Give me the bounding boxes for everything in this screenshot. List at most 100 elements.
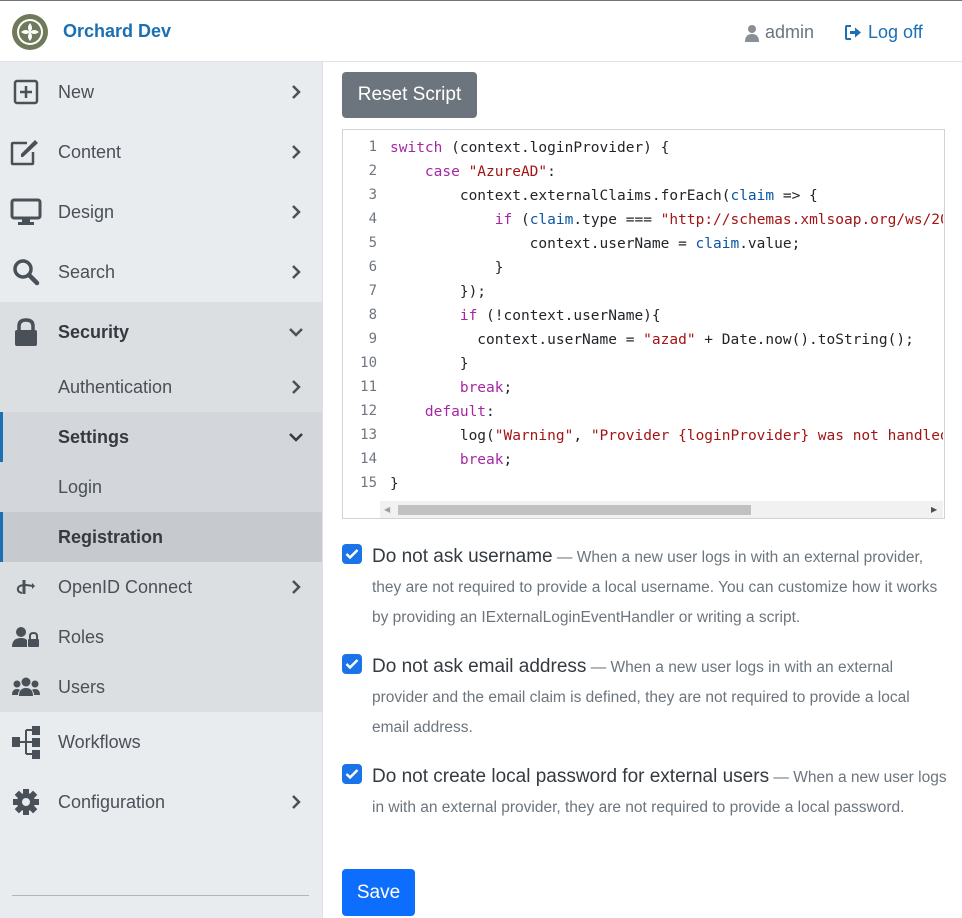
- chevron-right-icon: [287, 143, 305, 161]
- code-line: context.userName = "azad" + Date.now().t…: [390, 332, 914, 348]
- sidebar: New Content Design Search Security Authe…: [0, 62, 323, 918]
- script-editor[interactable]: 1 2 3 4 5 6 7 8 9 10 11 12 13 14 15 swit…: [342, 129, 945, 519]
- chevron-down-icon: [287, 428, 305, 446]
- sidebar-divider: [12, 895, 309, 896]
- line-number: 3: [368, 187, 377, 203]
- sidebar-item-label: Roles: [58, 626, 105, 647]
- logoff-label: Log off: [868, 22, 923, 42]
- checkbox-do-not-ask-email[interactable]: [342, 654, 362, 674]
- main-content: Reset Script 1 2 3 4 5 6 7 8 9 10 11 12 …: [323, 62, 962, 918]
- sidebar-item-label: Design: [58, 201, 115, 222]
- code-line: }: [390, 476, 399, 492]
- chevron-right-icon: [287, 203, 305, 221]
- line-number: 2: [368, 163, 377, 179]
- user-icon: [745, 24, 759, 42]
- line-number: 14: [360, 451, 377, 467]
- plus-square-icon: [10, 76, 42, 108]
- logoff-link[interactable]: Log off: [845, 22, 923, 43]
- checkbox-no-local-password[interactable]: [342, 764, 362, 784]
- line-number: 8: [368, 307, 377, 323]
- scroll-left-arrow-icon[interactable]: ◀: [384, 505, 390, 514]
- checkbox-do-not-ask-username[interactable]: [342, 544, 362, 564]
- line-number: 13: [360, 427, 377, 443]
- sidebar-item-label: OpenID Connect: [58, 576, 193, 597]
- option-do-not-ask-username: Do not ask username — When a new user lo…: [342, 542, 942, 632]
- sidebar-item-authentication[interactable]: Authentication: [0, 362, 322, 412]
- code-line: case "AzureAD":: [424, 164, 556, 180]
- sidebar-item-content[interactable]: Content: [0, 122, 322, 182]
- sidebar-item-label: Content: [58, 141, 122, 162]
- sidebar-item-users[interactable]: Users: [0, 662, 322, 712]
- code-line: break;: [459, 452, 513, 468]
- option-text: Do not create local password for externa…: [372, 762, 947, 823]
- sign-out-icon: [845, 25, 861, 40]
- sidebar-item-design[interactable]: Design: [0, 182, 322, 242]
- chevron-right-icon: [287, 83, 305, 101]
- sidebar-item-label: Workflows: [58, 731, 141, 752]
- option-text: Do not ask username — When a new user lo…: [372, 542, 947, 633]
- line-number: 15: [360, 475, 377, 491]
- option-do-not-ask-email: Do not ask email address — When a new us…: [342, 652, 942, 742]
- option-title[interactable]: Do not ask email address: [372, 656, 586, 677]
- scroll-right-arrow-icon[interactable]: ▶: [931, 505, 937, 514]
- code-line: context.externalClaims.forEach(claim => …: [390, 188, 818, 204]
- sidebar-item-settings[interactable]: Settings: [0, 412, 322, 462]
- code-area[interactable]: switch (context.loginProvider) { case "A…: [390, 136, 943, 500]
- code-line: if (!context.userName){: [459, 308, 661, 324]
- code-line: if (claim.type === "http://schemas.xmlso…: [494, 212, 943, 228]
- sidebar-item-label: Configuration: [58, 791, 166, 812]
- orchard-logo-icon[interactable]: [12, 14, 48, 50]
- sidebar-item-workflows[interactable]: Workflows: [0, 712, 322, 772]
- user-lock-icon: [12, 623, 40, 651]
- code-line: }: [390, 260, 504, 276]
- code-line: default:: [424, 404, 495, 420]
- scrollbar-thumb[interactable]: [398, 505, 751, 515]
- line-number: 5: [368, 235, 377, 251]
- horizontal-scrollbar[interactable]: ◀ ▶: [380, 501, 943, 518]
- sidebar-item-login[interactable]: Login: [0, 462, 322, 512]
- edit-icon: [10, 136, 42, 168]
- option-text: Do not ask email address — When a new us…: [372, 652, 947, 743]
- sidebar-item-registration[interactable]: Registration: [0, 512, 322, 562]
- line-number: 9: [368, 331, 377, 347]
- code-line: });: [390, 284, 487, 300]
- sidebar-item-search[interactable]: Search: [0, 242, 322, 302]
- line-number: 4: [368, 211, 377, 227]
- line-number-gutter: 1 2 3 4 5 6 7 8 9 10 11 12 13 14 15: [343, 130, 383, 500]
- save-button[interactable]: Save: [342, 869, 415, 916]
- sidebar-item-openid-connect[interactable]: OpenID Connect: [0, 562, 322, 612]
- search-icon: [10, 256, 42, 288]
- line-number: 7: [368, 283, 377, 299]
- option-no-local-password: Do not create local password for externa…: [342, 762, 947, 852]
- sidebar-item-label: Search: [58, 261, 116, 282]
- line-number: 12: [360, 403, 377, 419]
- option-title[interactable]: Do not ask username: [372, 546, 553, 567]
- sidebar-item-roles[interactable]: Roles: [0, 612, 322, 662]
- line-number: 6: [368, 259, 377, 275]
- sidebar-item-label: Login: [58, 476, 103, 497]
- users-icon: [12, 673, 40, 701]
- user-menu[interactable]: admin: [745, 22, 814, 43]
- code-line: switch (context.loginProvider) {: [390, 140, 670, 156]
- sidebar-item-label: Authentication: [58, 376, 173, 397]
- sidebar-item-new[interactable]: New: [0, 62, 322, 122]
- code-line: break;: [459, 380, 513, 396]
- code-line: log("Warning", "Provider {loginProvider}…: [390, 428, 943, 444]
- chevron-down-icon: [287, 323, 305, 341]
- cog-icon: [10, 786, 42, 818]
- sidebar-item-label: Settings: [58, 426, 130, 447]
- line-number: 11: [360, 379, 377, 395]
- chevron-right-icon: [287, 263, 305, 281]
- openid-icon: [12, 573, 40, 601]
- sidebar-item-label: Registration: [58, 526, 164, 547]
- username-label: admin: [765, 22, 815, 42]
- sidebar-item-security[interactable]: Security: [0, 302, 322, 362]
- brand-title[interactable]: Orchard Dev: [63, 21, 171, 42]
- sidebar-item-configuration[interactable]: Configuration: [0, 772, 322, 832]
- chevron-right-icon: [287, 793, 305, 811]
- reset-script-button[interactable]: Reset Script: [342, 72, 477, 118]
- top-navbar: Orchard Dev admin Log off: [0, 0, 962, 62]
- sidebar-item-label: Security: [58, 321, 130, 342]
- option-title[interactable]: Do not create local password for externa…: [372, 766, 769, 787]
- code-line: }: [390, 356, 469, 372]
